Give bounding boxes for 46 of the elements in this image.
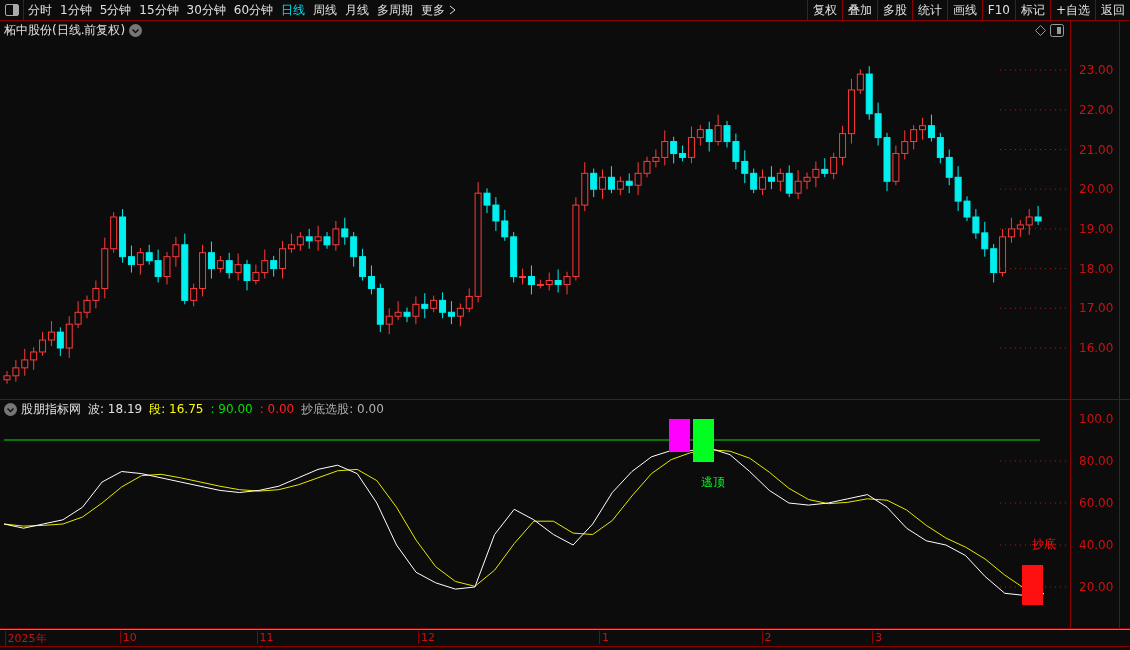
period-tab[interactable]: 周线	[309, 1, 342, 19]
indicator-value: 抄底选股: 0.00	[301, 400, 384, 418]
time-axis-label: 2	[761, 631, 772, 644]
period-tab[interactable]: 60分钟	[229, 1, 278, 19]
indicator-axis-label: 20.00	[1079, 580, 1114, 594]
period-tab[interactable]: 1分钟	[56, 1, 96, 19]
period-tab[interactable]: 日线	[277, 1, 310, 19]
price-axis-label: 16.00	[1079, 341, 1114, 355]
price-axis-label: 22.00	[1079, 102, 1114, 117]
indicator-name: 股朋指标网	[21, 400, 81, 418]
indicator-axis-label: 60.00	[1079, 496, 1114, 510]
diamond-icon[interactable]	[1035, 24, 1046, 36]
time-axis-label: 10	[119, 631, 137, 644]
price-axis-label: 18.00	[1079, 261, 1114, 276]
price-axis-label: 21.00	[1079, 142, 1114, 157]
indicator-value: 波: 18.19	[88, 400, 143, 418]
period-tab[interactable]: 30分钟	[182, 1, 230, 19]
time-axis-label: 2025年	[4, 631, 47, 646]
time-axis-label: 1	[598, 631, 609, 644]
period-tab[interactable]: 多周期	[373, 1, 418, 19]
indicator-value: : 90.00	[210, 402, 253, 416]
time-axis-label: 11	[256, 631, 274, 644]
price-axis-label: 19.00	[1079, 221, 1114, 236]
indicator-axis-label: 100.0	[1079, 412, 1114, 426]
period-tab[interactable]: 15分钟	[135, 1, 183, 19]
indicator-axis-label: 80.00	[1079, 454, 1114, 468]
period-tab[interactable]: 更多	[417, 1, 450, 19]
layout-icon[interactable]	[1050, 23, 1064, 37]
price-axis-label: 23.00	[1079, 63, 1114, 78]
price-axis-label: 17.00	[1079, 301, 1114, 316]
stock-title: 柘中股份(日线.前复权)	[4, 21, 126, 39]
signal-label: 逃顶	[701, 474, 725, 491]
price-axis-label: 20.00	[1079, 182, 1114, 197]
period-tab[interactable]: 月线	[341, 1, 374, 19]
signal-label: 抄底	[1032, 536, 1056, 553]
time-axis-label: 3	[872, 631, 883, 644]
indicator-axis-label: 40.00	[1079, 538, 1114, 552]
chevron-right-icon	[449, 5, 458, 15]
dropdown-icon[interactable]	[129, 23, 143, 37]
dropdown-icon[interactable]	[4, 402, 17, 416]
time-axis-label: 12	[418, 631, 436, 644]
period-tab[interactable]: 5分钟	[95, 1, 136, 19]
indicator-value: 段: 16.75	[149, 400, 204, 418]
signal-bar	[669, 419, 690, 452]
period-tab[interactable]: 分时	[24, 1, 56, 19]
indicator-value: : 0.00	[259, 402, 295, 416]
